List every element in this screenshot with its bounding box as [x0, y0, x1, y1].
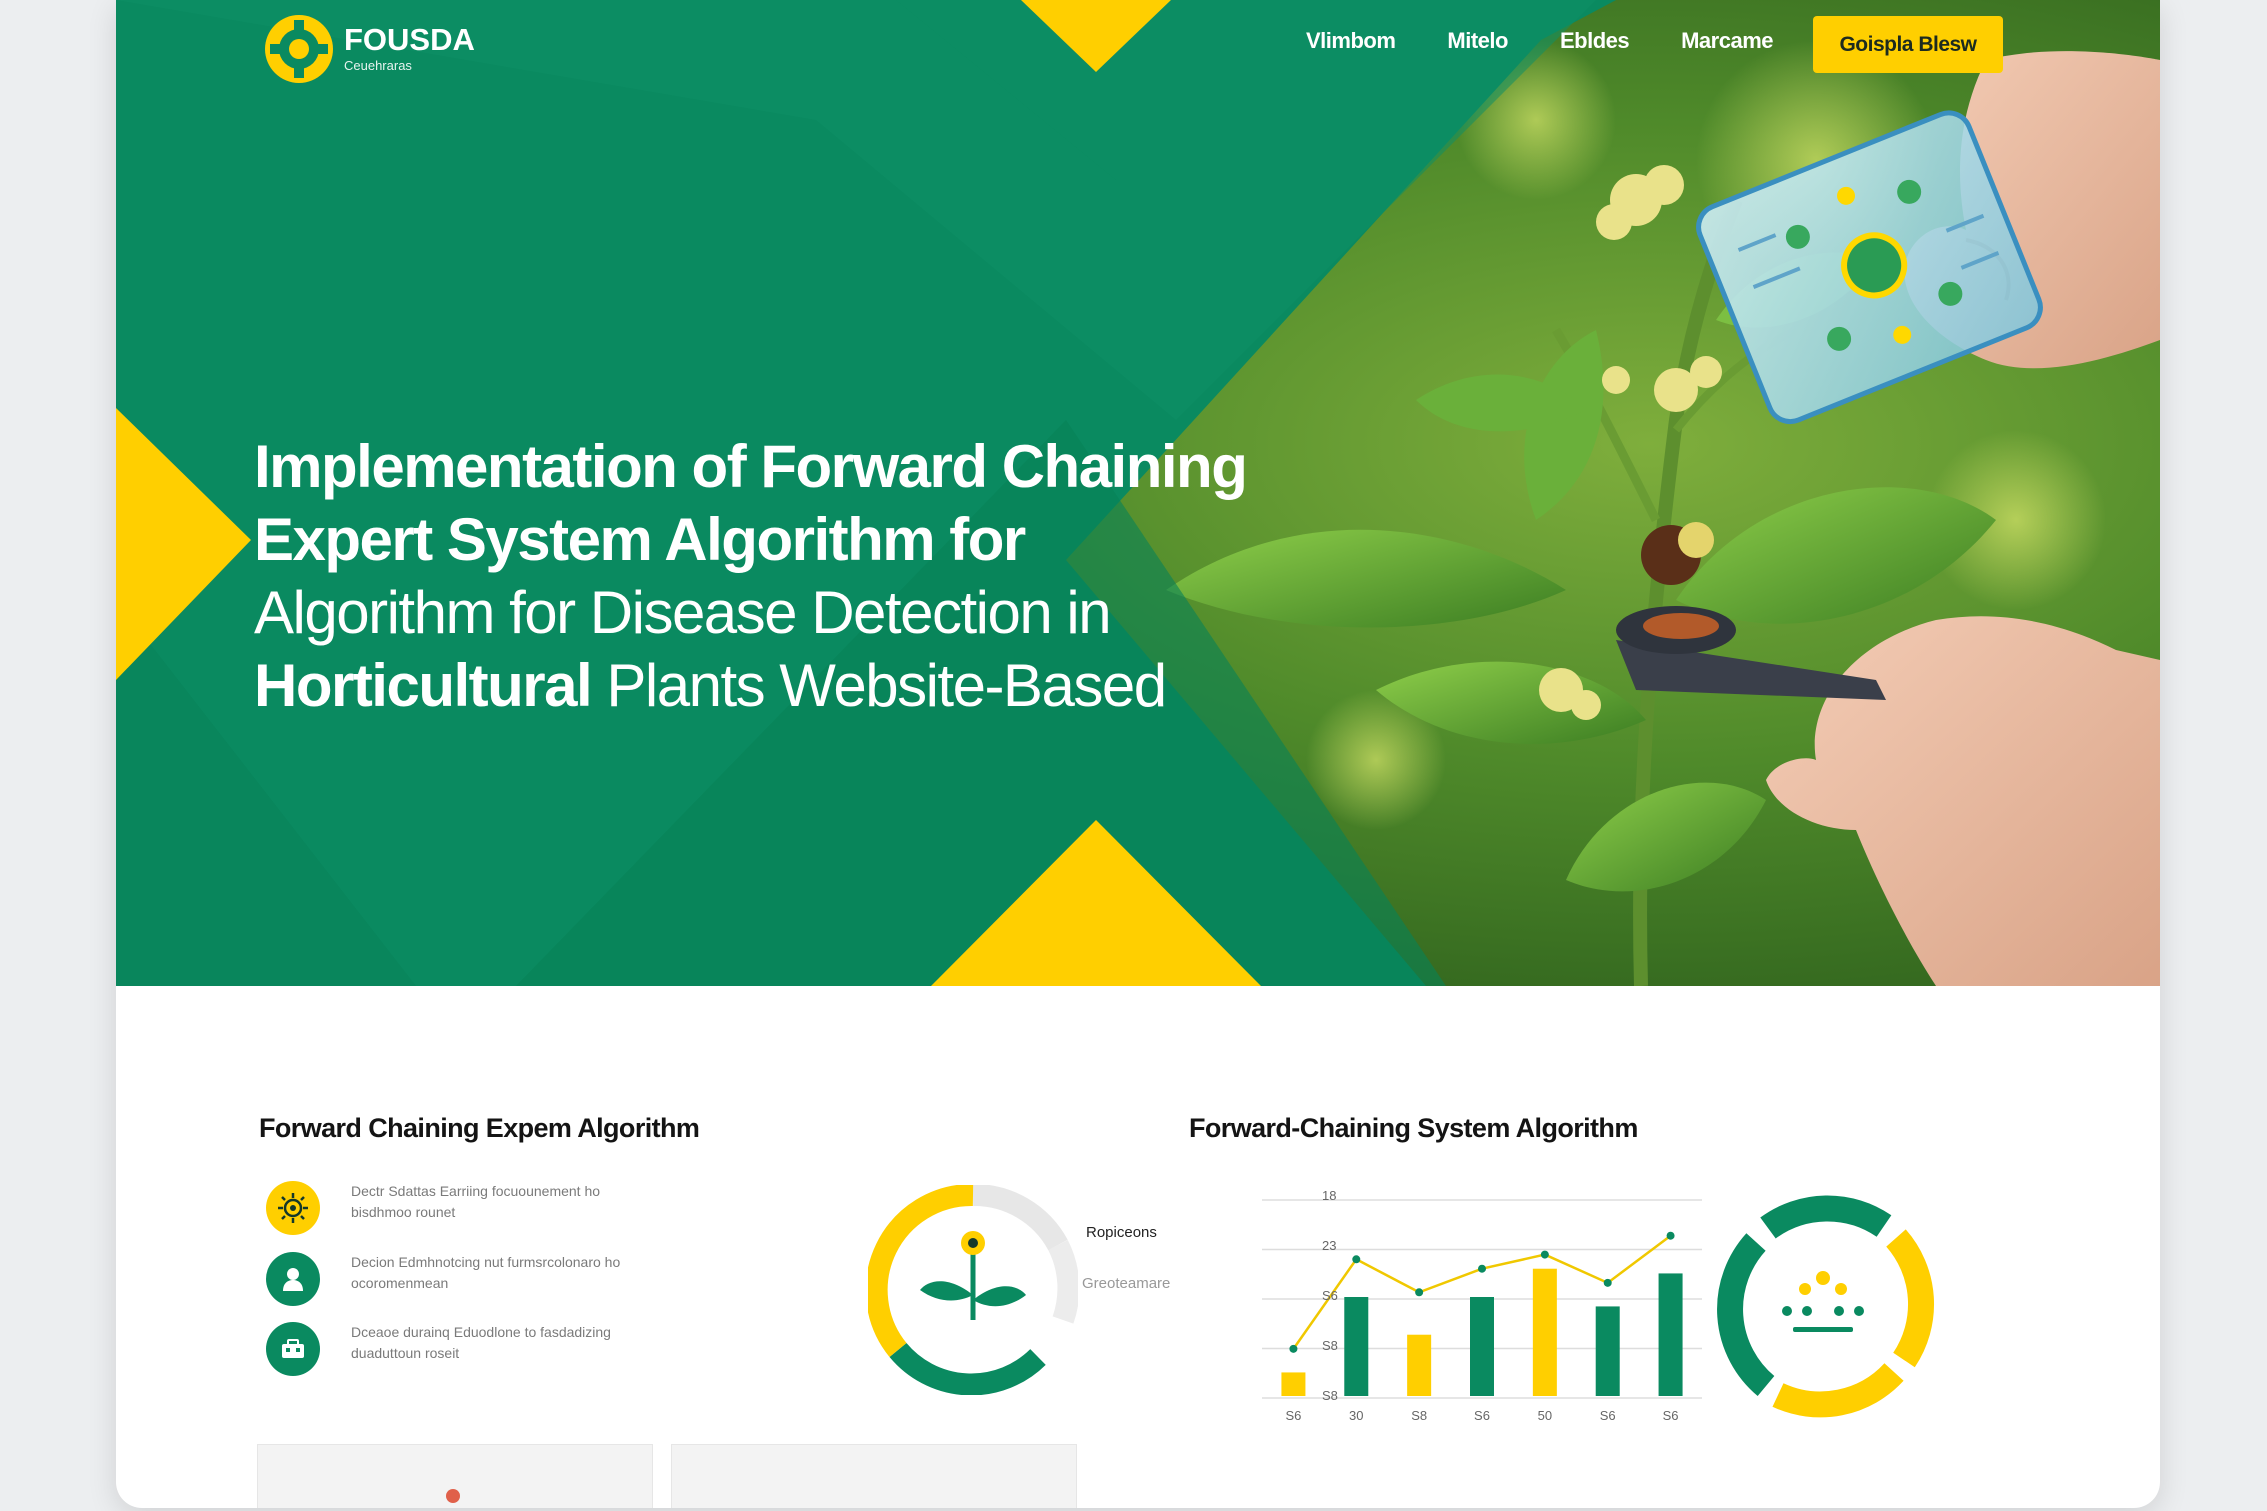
- chart-y-tick: 23: [1322, 1238, 1337, 1253]
- chart-x-tick: S8: [1411, 1408, 1428, 1423]
- left-section-title: Forward Chaining Expem Algorithm: [259, 1113, 700, 1143]
- feature-text-3: Dceaoe durainq Eduodlone to fasdadizing …: [351, 1324, 611, 1361]
- chart-y-tick: S8: [1322, 1338, 1338, 1353]
- bottom-card-2[interactable]: [671, 1444, 1077, 1508]
- sun-gear-icon: [266, 1181, 320, 1235]
- logo-mark-icon: [265, 15, 333, 83]
- chart-point: [1415, 1288, 1424, 1297]
- feature-text-1: Dectr Sdattas Earriing focuounement ho b…: [351, 1183, 601, 1220]
- nav-item-1[interactable]: Vlimbom: [1306, 28, 1396, 54]
- feature-item-3: Dceaoe durainq Eduodlone to fasdadizing …: [266, 1322, 631, 1376]
- feature-item-2: Decion Edmhnotcing nut furmsrcolonaro ho…: [266, 1252, 631, 1306]
- hero-section: FOUSDA Ceuehraras Vlimbom Mitelo Ebldes …: [116, 0, 2160, 986]
- bar-line-chart: [1262, 1199, 1702, 1399]
- chart-y-tick: 18: [1322, 1188, 1337, 1203]
- chart-bar: [1658, 1273, 1683, 1396]
- bottom-card-1[interactable]: [257, 1444, 653, 1508]
- brand-subtitle: Ceuehraras: [344, 58, 412, 73]
- chart-bar: [1281, 1372, 1306, 1396]
- chart-x-tick: S6: [1285, 1408, 1302, 1423]
- hero-title-line-4-bold: Horticultural: [254, 652, 593, 719]
- chart-y-tick: S6: [1322, 1288, 1338, 1303]
- chart-bar: [1470, 1297, 1494, 1396]
- feature-text-2: Decion Edmhnotcing nut furmsrcolonaro ho…: [351, 1254, 621, 1291]
- chart-x-tick: S6: [1662, 1408, 1679, 1423]
- chart-point: [1666, 1231, 1675, 1240]
- feature-item-1: Dectr Sdattas Earriing focuounement ho b…: [266, 1181, 631, 1235]
- chart-x-tick: S6: [1599, 1408, 1616, 1423]
- brand-logo[interactable]: FOUSDA Ceuehraras: [264, 14, 475, 84]
- right-section-title: Forward-Chaining System Algorithm: [1189, 1113, 1638, 1143]
- chart-bar: [1595, 1306, 1620, 1396]
- plant-ring-graphic: [868, 1185, 1078, 1395]
- ring-label-1: Ropiceons: [1086, 1224, 1157, 1241]
- card-dot-icon: [446, 1489, 460, 1503]
- ring-label-2: Greoteamare: [1082, 1275, 1171, 1292]
- hero-title-line-3: Algorithm for Disease Detection in: [254, 579, 1112, 646]
- chart-point: [1352, 1255, 1361, 1264]
- hero-title-line-4-rest: Plants Website-Based: [591, 652, 1167, 719]
- chart-point: [1478, 1264, 1486, 1273]
- hero-title-line-2: Expert System Algorithm for: [254, 506, 1026, 573]
- hero-title: Implementation of Forward Chaining Exper…: [254, 430, 1254, 722]
- chart-point: [1540, 1250, 1549, 1259]
- nav-cta-button[interactable]: Goispla Blesw: [1813, 16, 2003, 73]
- chart-bar: [1532, 1268, 1557, 1396]
- user-icon: [266, 1252, 320, 1306]
- main-nav: Vlimbom Mitelo Ebldes Marcame: [1306, 28, 1825, 54]
- chart-x-tick: S6: [1474, 1408, 1490, 1423]
- chart-point: [1289, 1344, 1298, 1353]
- chart-x-tick: 30: [1349, 1408, 1364, 1423]
- chart-y-tick: S8: [1322, 1388, 1338, 1403]
- nav-item-3[interactable]: Ebldes: [1560, 28, 1630, 54]
- toolbox-icon: [266, 1322, 320, 1376]
- chart-x-tick: 50: [1537, 1408, 1553, 1423]
- brand-name: FOUSDA: [344, 22, 475, 57]
- page-frame: FOUSDA Ceuehraras Vlimbom Mitelo Ebldes …: [116, 0, 2160, 1508]
- chart-point: [1603, 1278, 1612, 1287]
- donut-graphic: [1717, 1195, 1935, 1418]
- nav-item-4[interactable]: Marcame: [1681, 28, 1773, 54]
- hero-title-line-1: Implementation of Forward Chaining: [254, 433, 1248, 500]
- chart-bar: [1407, 1334, 1432, 1396]
- nav-item-2[interactable]: Mitelo: [1447, 28, 1508, 54]
- hero-title-line-4: Horticultural Plants Website-Based: [254, 649, 1254, 722]
